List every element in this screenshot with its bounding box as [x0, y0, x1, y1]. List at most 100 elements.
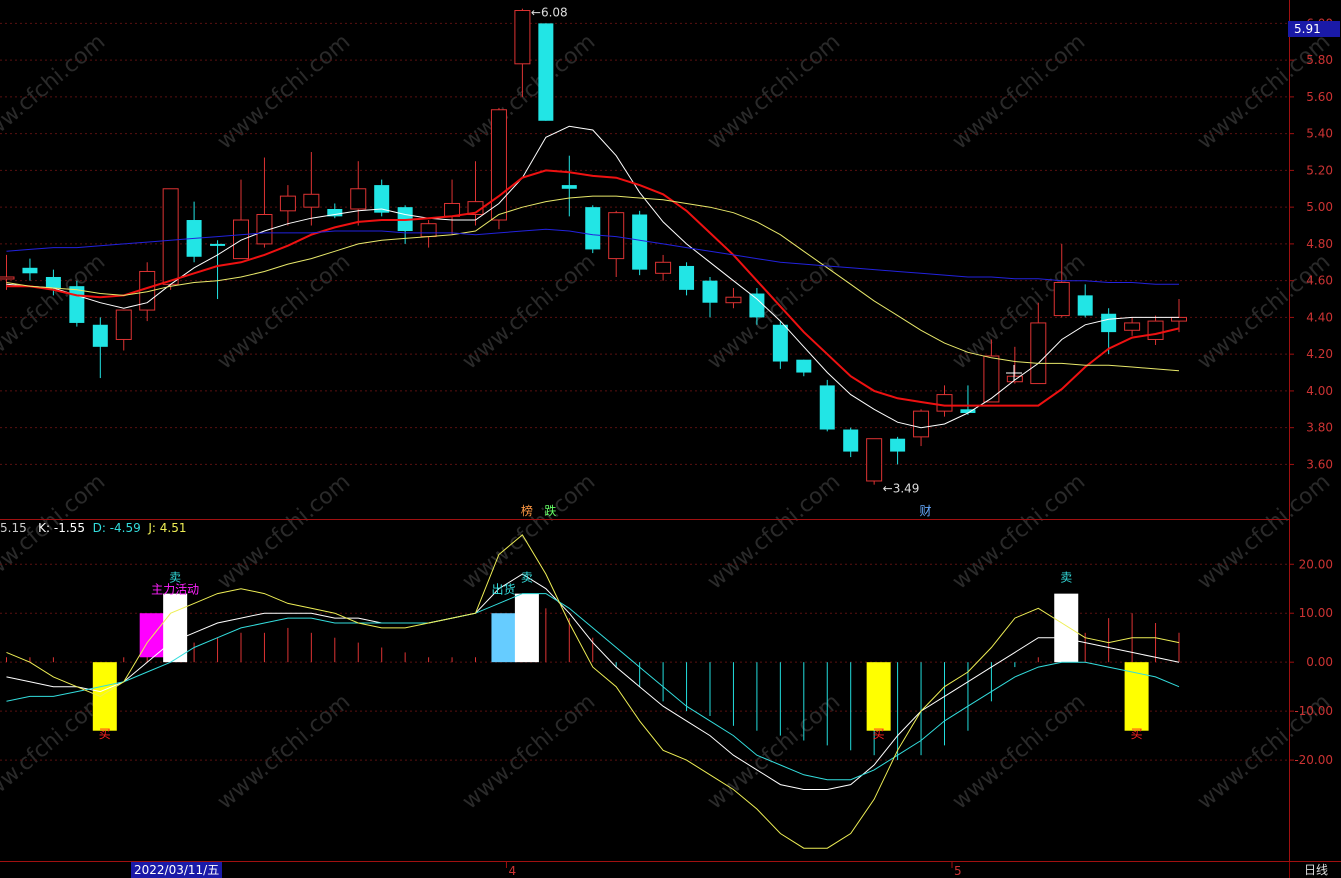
event-marker[interactable]: 财: [920, 504, 932, 518]
candle[interactable]: [92, 317, 108, 379]
price-tick-label: 5.60: [1306, 90, 1333, 104]
candle-body-down: [749, 293, 765, 318]
price-tick-label: 4.20: [1306, 347, 1333, 361]
candle[interactable]: [327, 203, 343, 219]
candle[interactable]: [1077, 284, 1093, 318]
candle[interactable]: [1124, 317, 1141, 336]
candle[interactable]: [679, 262, 695, 296]
candle[interactable]: [655, 254, 672, 281]
signal-bar: [514, 593, 539, 663]
candle-body-down: [45, 276, 61, 289]
high-price-label: ←6.08: [531, 6, 568, 20]
candle-body-up: [0, 276, 15, 280]
signal-bar: [491, 613, 516, 663]
candle-body-up: [303, 193, 320, 208]
price-tick-label: 4.40: [1306, 310, 1333, 324]
low-price-label: ←3.49: [883, 482, 920, 496]
watermark-text: www.cfchi.com: [703, 29, 845, 154]
candle-body-down: [1101, 313, 1117, 333]
chart-frame: [0, 0, 1341, 878]
candle[interactable]: [890, 436, 906, 465]
candle[interactable]: [632, 210, 648, 276]
watermark-text: www.cfchi.com: [948, 689, 1090, 814]
candle-body-down: [1077, 295, 1093, 316]
kdj-legend-k: K: -1.55: [38, 521, 85, 535]
candle[interactable]: [115, 309, 132, 351]
candle[interactable]: [256, 157, 273, 248]
candle[interactable]: [843, 427, 859, 458]
month-tick-label: 4: [508, 864, 516, 878]
price-tick-label: 3.80: [1306, 421, 1333, 435]
watermark-text: www.cfchi.com: [458, 249, 600, 374]
candle-body-up: [1006, 375, 1023, 383]
candle[interactable]: [279, 185, 296, 226]
candle-body-down: [92, 324, 108, 347]
candle[interactable]: [538, 23, 554, 121]
candle[interactable]: [1006, 346, 1023, 384]
candle[interactable]: [585, 205, 601, 254]
candle-body-down: [538, 23, 554, 121]
candle[interactable]: [960, 385, 976, 415]
candle[interactable]: [303, 152, 320, 226]
date-axis: 45: [505, 862, 962, 878]
candle[interactable]: [233, 179, 249, 260]
watermark-text: www.cfchi.com: [948, 29, 1090, 154]
candle-body-up: [1171, 316, 1187, 322]
candle[interactable]: [69, 280, 85, 327]
candle[interactable]: [866, 438, 883, 485]
candle-body-up: [1124, 322, 1141, 331]
candle-body-down: [561, 185, 577, 189]
chart-canvas[interactable]: www.cfchi.com www.cfchi.com www.cfchi.com w…: [0, 0, 1341, 878]
candle[interactable]: [444, 179, 461, 235]
signal-label: 出货: [491, 582, 515, 597]
watermark-text: www.cfchi.com: [703, 689, 845, 814]
candle-body-up: [1147, 320, 1164, 340]
candle[interactable]: [936, 385, 953, 417]
watermark-text: www.cfchi.com: [213, 249, 355, 374]
candle-body-down: [585, 207, 601, 250]
candle-body-down: [632, 214, 648, 270]
candle-body-up: [162, 188, 179, 285]
watermark-text: www.cfchi.com: [0, 29, 110, 154]
candle[interactable]: [22, 258, 38, 281]
last-price-tag: 5.91: [1288, 21, 1340, 37]
kdj-tick-label: 0.00: [1306, 655, 1333, 669]
candle-body-up: [725, 296, 742, 304]
event-marker[interactable]: 跌: [544, 503, 556, 518]
candle[interactable]: [725, 288, 742, 309]
candle-body-down: [210, 243, 226, 246]
candle[interactable]: [772, 321, 788, 369]
candle-body-down: [22, 267, 38, 274]
kdj-legend-d: D: -4.59: [92, 521, 141, 535]
candle-body-down: [702, 280, 718, 303]
candle-body-up: [350, 188, 367, 210]
candle[interactable]: [819, 379, 835, 432]
candle[interactable]: [420, 220, 437, 248]
candle-body-down: [890, 438, 906, 452]
candle[interactable]: [1171, 299, 1187, 333]
kdj-legend-value: 5.15: [0, 521, 27, 535]
candle[interactable]: [186, 201, 202, 263]
price-tick-label: 5.00: [1306, 200, 1333, 214]
candle[interactable]: [702, 276, 718, 318]
candle[interactable]: [561, 155, 577, 217]
watermark-text: www.cfchi.com: [213, 29, 355, 154]
price-tick-label: 3.60: [1306, 457, 1333, 471]
candle[interactable]: [350, 161, 367, 226]
candle-body-up: [913, 410, 930, 438]
grid-layer: [0, 22, 1289, 761]
candle[interactable]: [210, 240, 226, 300]
candle-body-up: [444, 202, 461, 217]
event-marker[interactable]: 榜: [521, 503, 533, 518]
signal-label: 买: [873, 727, 885, 741]
watermark-text: www.cfchi.com: [458, 689, 600, 814]
candle[interactable]: [608, 210, 625, 277]
candle[interactable]: [374, 179, 390, 217]
signal-bar: [92, 662, 117, 731]
candle[interactable]: [1147, 315, 1164, 345]
candle[interactable]: [796, 359, 812, 377]
period-button[interactable]: 日线: [1289, 862, 1341, 878]
kdj-panel[interactable]: 买卖主力活动卖出货买卖买: [6, 534, 1180, 849]
candle[interactable]: [490, 107, 507, 230]
candle-body-up: [420, 223, 437, 238]
